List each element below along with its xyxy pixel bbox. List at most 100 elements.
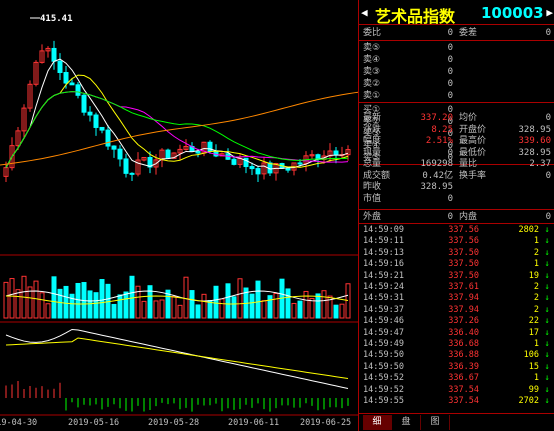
- volume-bar: [183, 276, 189, 319]
- stat-row: 涨跌 8.25 开盘价 328.95: [359, 124, 554, 136]
- security-code: 100003: [481, 4, 544, 22]
- tick-time: 14:59:31: [363, 293, 404, 304]
- stat-label: 昨收: [363, 182, 382, 192]
- volume-bar: [135, 285, 141, 319]
- tick-volume: 99: [528, 384, 539, 395]
- tick-time: 14:59:50: [363, 350, 404, 361]
- volume-bar: [63, 285, 69, 319]
- stat-row: 现量 0 最低价 328.95: [359, 147, 554, 159]
- volume-bar: [321, 290, 327, 319]
- tick-time: 14:59:13: [363, 247, 404, 258]
- tick-price: 336.68: [448, 339, 479, 349]
- sell-level-row: 卖③ 0: [359, 66, 554, 78]
- tick-price: 336.67: [448, 373, 479, 384]
- kline-chart-area[interactable]: 415.41 2019-04-30 2019-05-16 2019-05-28 …: [0, 0, 358, 431]
- sell-level-value: 0: [447, 79, 453, 89]
- tick-time: 14:59:24: [363, 282, 404, 292]
- weibi-label: 委比: [363, 28, 382, 38]
- panel-tabs: 细 盘 图: [359, 413, 554, 431]
- tick-row: 14:59:49 336.68 1 ↓: [359, 339, 554, 350]
- tick-volume: 17: [528, 327, 539, 338]
- long-ma-line: [0, 91, 358, 166]
- tick-price: 337.54: [448, 396, 479, 406]
- candle: [81, 94, 87, 113]
- tick-direction-icon: ↓: [544, 384, 550, 395]
- tick-volume: 2702: [518, 396, 539, 406]
- volume-ma-line: [5, 295, 349, 305]
- stat-value: 2.37: [529, 159, 551, 169]
- tick-price: 336.88: [448, 350, 479, 361]
- volume-bar: [189, 290, 195, 319]
- candle: [297, 162, 303, 165]
- volume-bar: [99, 279, 105, 319]
- tick-volume: 106: [523, 350, 539, 361]
- candle: [93, 114, 99, 128]
- tab-detail[interactable]: 细: [363, 415, 392, 430]
- candle: [99, 126, 105, 131]
- sell-level-label: 卖④: [363, 55, 381, 65]
- tick-row: 14:59:47 336.40 17 ↓: [359, 328, 554, 339]
- volume-bar: [123, 291, 129, 319]
- volume-bar: [249, 293, 255, 319]
- volume-bar: [261, 300, 267, 319]
- date-label: 2019-05-16: [68, 418, 120, 428]
- volume-bar: [141, 300, 147, 319]
- tick-row: 14:59:21 337.50 19 ↓: [359, 271, 554, 282]
- macd-dea-line: [5, 337, 349, 379]
- sell-level-row: 卖④ 0: [359, 54, 554, 66]
- volume-bar: [3, 281, 9, 319]
- waipan-value: 0: [447, 212, 453, 222]
- tick-time: 14:59:09: [363, 225, 404, 235]
- tick-price: 337.54: [448, 384, 479, 395]
- stat-row: 昨收 328.95: [359, 181, 554, 193]
- macd-dif-line: [5, 328, 349, 389]
- stat-label: 均价: [459, 113, 478, 123]
- tick-row: 14:59:52 337.54 99 ↓: [359, 385, 554, 396]
- tab-chart[interactable]: 图: [421, 415, 450, 430]
- sell-level-label: 卖②: [363, 79, 381, 89]
- prev-arrow-icon[interactable]: ◀: [361, 6, 368, 19]
- stat-row: 总量 169298 量比 2.37: [359, 158, 554, 170]
- tick-time: 14:59:50: [363, 361, 404, 372]
- tick-time: 14:59:21: [363, 270, 404, 281]
- volume-bar: [177, 304, 183, 319]
- stat-label: 最低价: [459, 147, 487, 158]
- stat-value: 328.95: [518, 147, 551, 158]
- tick-price: 336.39: [448, 361, 479, 372]
- kline-chart[interactable]: [0, 0, 358, 431]
- next-arrow-icon[interactable]: ▶: [546, 6, 553, 19]
- date-label: 2019-06-25: [300, 418, 352, 428]
- volume-bar: [255, 280, 261, 319]
- volume-bar: [339, 303, 345, 319]
- tick-volume: 19: [528, 270, 539, 281]
- stat-value: 339.60: [518, 136, 551, 146]
- volume-bar: [9, 278, 15, 319]
- sell-level-label: 卖③: [363, 67, 381, 77]
- date-label: 2019-05-28: [148, 418, 200, 428]
- candle: [129, 172, 135, 175]
- tick-direction-icon: ↓: [544, 247, 550, 258]
- tick-price: 337.56: [448, 236, 479, 247]
- tab-quote[interactable]: 盘: [392, 415, 421, 430]
- stat-value: 0: [447, 193, 453, 204]
- tick-row: 14:59:50 336.88 106 ↓: [359, 350, 554, 361]
- tick-volume: 15: [528, 361, 539, 372]
- tick-price: 337.94: [448, 293, 479, 304]
- candle: [195, 150, 201, 154]
- sell-level-row: 卖⑤ 0: [359, 42, 554, 54]
- candle: [285, 167, 291, 171]
- tick-direction-icon: ↓: [544, 225, 550, 235]
- volume-bar: [207, 299, 213, 319]
- stat-value: 328.95: [420, 182, 453, 192]
- tick-direction-icon: ↓: [544, 316, 550, 327]
- candle: [117, 148, 123, 160]
- tick-direction-icon: ↓: [544, 282, 550, 292]
- tick-direction-icon: ↓: [544, 270, 550, 281]
- candle: [231, 158, 237, 165]
- tick-time: 14:59:52: [363, 373, 404, 384]
- volume-bar: [267, 295, 273, 319]
- moving-average-line: [5, 58, 349, 170]
- candle: [87, 111, 93, 116]
- volume-bar: [75, 282, 81, 319]
- moving-average-line: [5, 74, 349, 168]
